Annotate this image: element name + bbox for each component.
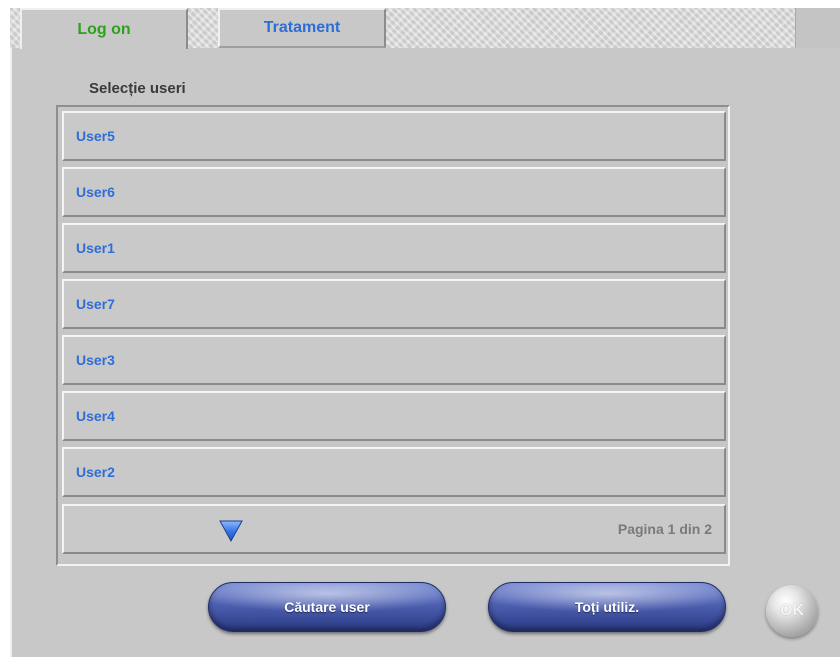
all-users-button[interactable]: Toți utiliz. bbox=[488, 582, 726, 632]
section-title: Selecție useri bbox=[89, 80, 186, 97]
user-list-item[interactable]: User1 bbox=[62, 223, 726, 273]
pager-row: Pagina 1 din 2 bbox=[62, 504, 726, 554]
user-name: User7 bbox=[76, 296, 115, 312]
triangle-down-icon[interactable] bbox=[218, 519, 244, 543]
user-name: User3 bbox=[76, 352, 115, 368]
user-name: User4 bbox=[76, 408, 115, 424]
ok-button[interactable]: OK bbox=[766, 585, 818, 637]
user-list-item[interactable]: User6 bbox=[62, 167, 726, 217]
user-list: User5 User6 User1 User7 User3 User4 User… bbox=[56, 105, 730, 566]
tab-strip: Log on Tratament bbox=[10, 8, 840, 49]
user-name: User1 bbox=[76, 240, 115, 256]
page-indicator: Pagina 1 din 2 bbox=[617, 521, 712, 537]
user-list-item[interactable]: User7 bbox=[62, 279, 726, 329]
user-name: User5 bbox=[76, 128, 115, 144]
tab-log-on[interactable]: Log on bbox=[20, 8, 188, 49]
user-name: User2 bbox=[76, 464, 115, 480]
user-name: User6 bbox=[76, 184, 115, 200]
user-list-item[interactable]: User5 bbox=[62, 111, 726, 161]
tab-strip-end bbox=[795, 8, 840, 48]
user-list-item[interactable]: User2 bbox=[62, 447, 726, 497]
tab-tratament[interactable]: Tratament bbox=[218, 8, 386, 48]
app-window: Log on Tratament Selecție useri User5 Us… bbox=[0, 0, 840, 657]
user-list-item[interactable]: User4 bbox=[62, 391, 726, 441]
user-list-item[interactable]: User3 bbox=[62, 335, 726, 385]
search-user-button[interactable]: Căutare user bbox=[208, 582, 446, 632]
